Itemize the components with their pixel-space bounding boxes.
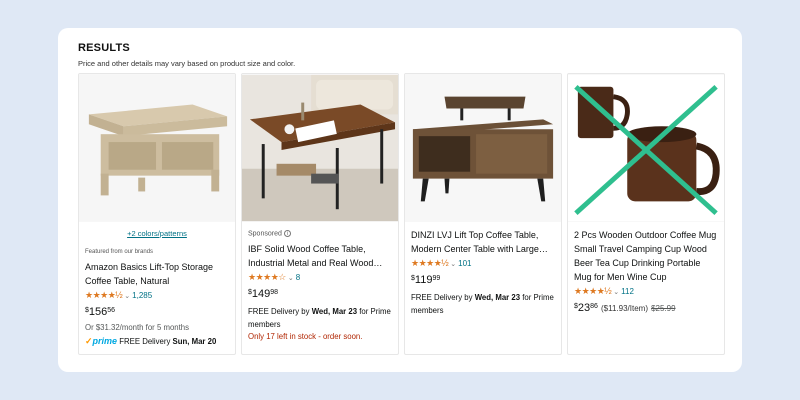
delivery-prefix: FREE Delivery [119, 337, 171, 346]
product-image-3[interactable] [405, 74, 561, 222]
lift-top-table-illustration [79, 74, 235, 222]
product-image-1[interactable] [79, 74, 235, 222]
product-card-4[interactable]: 2 Pcs Wooden Outdoor Coffee Mug Small Tr… [567, 73, 725, 355]
info-icon[interactable]: i [283, 230, 291, 237]
rating-count[interactable]: 1,285 [132, 291, 152, 300]
product-card-2[interactable]: Sponsored i IBF Solid Wood Coffee Table, … [241, 73, 399, 355]
rating-count[interactable]: 101 [458, 259, 471, 268]
price-whole: 119 [414, 274, 433, 286]
featured-brand-label: Featured from our brands [85, 249, 154, 255]
rating-4[interactable]: ★★★★½ ⌄ 112 [574, 286, 634, 297]
price-fraction: 56 [107, 307, 116, 314]
monthly-payment: Or $31.32/month for 5 months [85, 323, 190, 332]
star-rating-icon: ★★★★½ [411, 258, 449, 268]
delivery-info-1: ✓prime FREE Delivery Sun, Mar 20 [85, 335, 231, 348]
delivery-prefix: FREE Delivery by [411, 293, 473, 302]
product-title-4[interactable]: 2 Pcs Wooden Outdoor Coffee Mug Small Tr… [574, 228, 718, 284]
chevron-down-icon: ⌄ [287, 274, 294, 282]
price-3: $11999 [411, 274, 440, 286]
rating-2[interactable]: ★★★★☆ ⌄ 8 [248, 272, 300, 283]
prime-logo-icon: ✓prime [85, 336, 118, 346]
product-title-2[interactable]: IBF Solid Wood Coffee Table, Industrial … [248, 242, 392, 270]
delivery-prefix: FREE Delivery by [248, 307, 310, 316]
product-card-1[interactable]: +2 colors/patterns Featured from our bra… [78, 73, 236, 355]
delivery-date: Sun, Mar 20 [172, 337, 217, 346]
product-card-3[interactable]: DINZI LVJ Lift Top Coffee Table, Modern … [404, 73, 562, 355]
price-fraction: 86 [590, 303, 598, 310]
results-disclaimer: Price and other details may vary based o… [78, 59, 296, 68]
stock-warning: Only 17 left in stock - order soon. [248, 332, 363, 341]
chevron-down-icon: ⌄ [613, 288, 620, 296]
unit-price: ($11.93/Item) [601, 304, 648, 313]
wood-coffee-table-illustration [242, 74, 398, 222]
price-2: $14998 [248, 288, 278, 300]
price-fraction: 99 [432, 275, 441, 282]
delivery-info-3: FREE Delivery by Wed, Mar 23 for Prime m… [411, 291, 557, 317]
rating-3[interactable]: ★★★★½ ⌄ 101 [411, 258, 472, 269]
price-1: $15656 [85, 306, 115, 318]
price-whole: 156 [88, 306, 108, 318]
sponsored-label[interactable]: Sponsored i [248, 230, 291, 237]
color-options-link[interactable]: +2 colors/patterns [79, 229, 235, 238]
rating-1[interactable]: ★★★★½ ⌄ 1,285 [85, 290, 152, 301]
product-image-2[interactable] [242, 74, 398, 222]
rustic-lift-top-table-illustration [405, 74, 561, 222]
price-fraction: 98 [270, 289, 279, 296]
rating-count[interactable]: 112 [621, 287, 634, 296]
star-rating-icon: ★★★★☆ [248, 272, 286, 282]
chevron-down-icon: ⌄ [124, 292, 131, 300]
delivery-date: Wed, Mar 23 [474, 293, 521, 302]
wooden-mugs-illustration [568, 74, 724, 222]
price-whole: 149 [251, 288, 271, 300]
price-4: $2386 ($11.93/Item) $25.99 [574, 302, 676, 314]
list-price: $25.99 [651, 304, 676, 313]
results-panel: RESULTS Price and other details may vary… [58, 28, 742, 372]
price-whole: 23 [577, 302, 591, 314]
rating-count[interactable]: 8 [296, 273, 300, 282]
chevron-down-icon: ⌄ [450, 260, 457, 268]
star-rating-icon: ★★★★½ [574, 286, 612, 296]
product-title-3[interactable]: DINZI LVJ Lift Top Coffee Table, Modern … [411, 228, 555, 256]
star-rating-icon: ★★★★½ [85, 290, 123, 300]
delivery-date: Wed, Mar 23 [311, 307, 358, 316]
product-title-1[interactable]: Amazon Basics Lift-Top Storage Coffee Ta… [85, 260, 229, 288]
delivery-info-2: FREE Delivery by Wed, Mar 23 for Prime m… [248, 305, 394, 331]
product-image-4[interactable] [568, 74, 724, 222]
results-heading: RESULTS [78, 42, 130, 54]
